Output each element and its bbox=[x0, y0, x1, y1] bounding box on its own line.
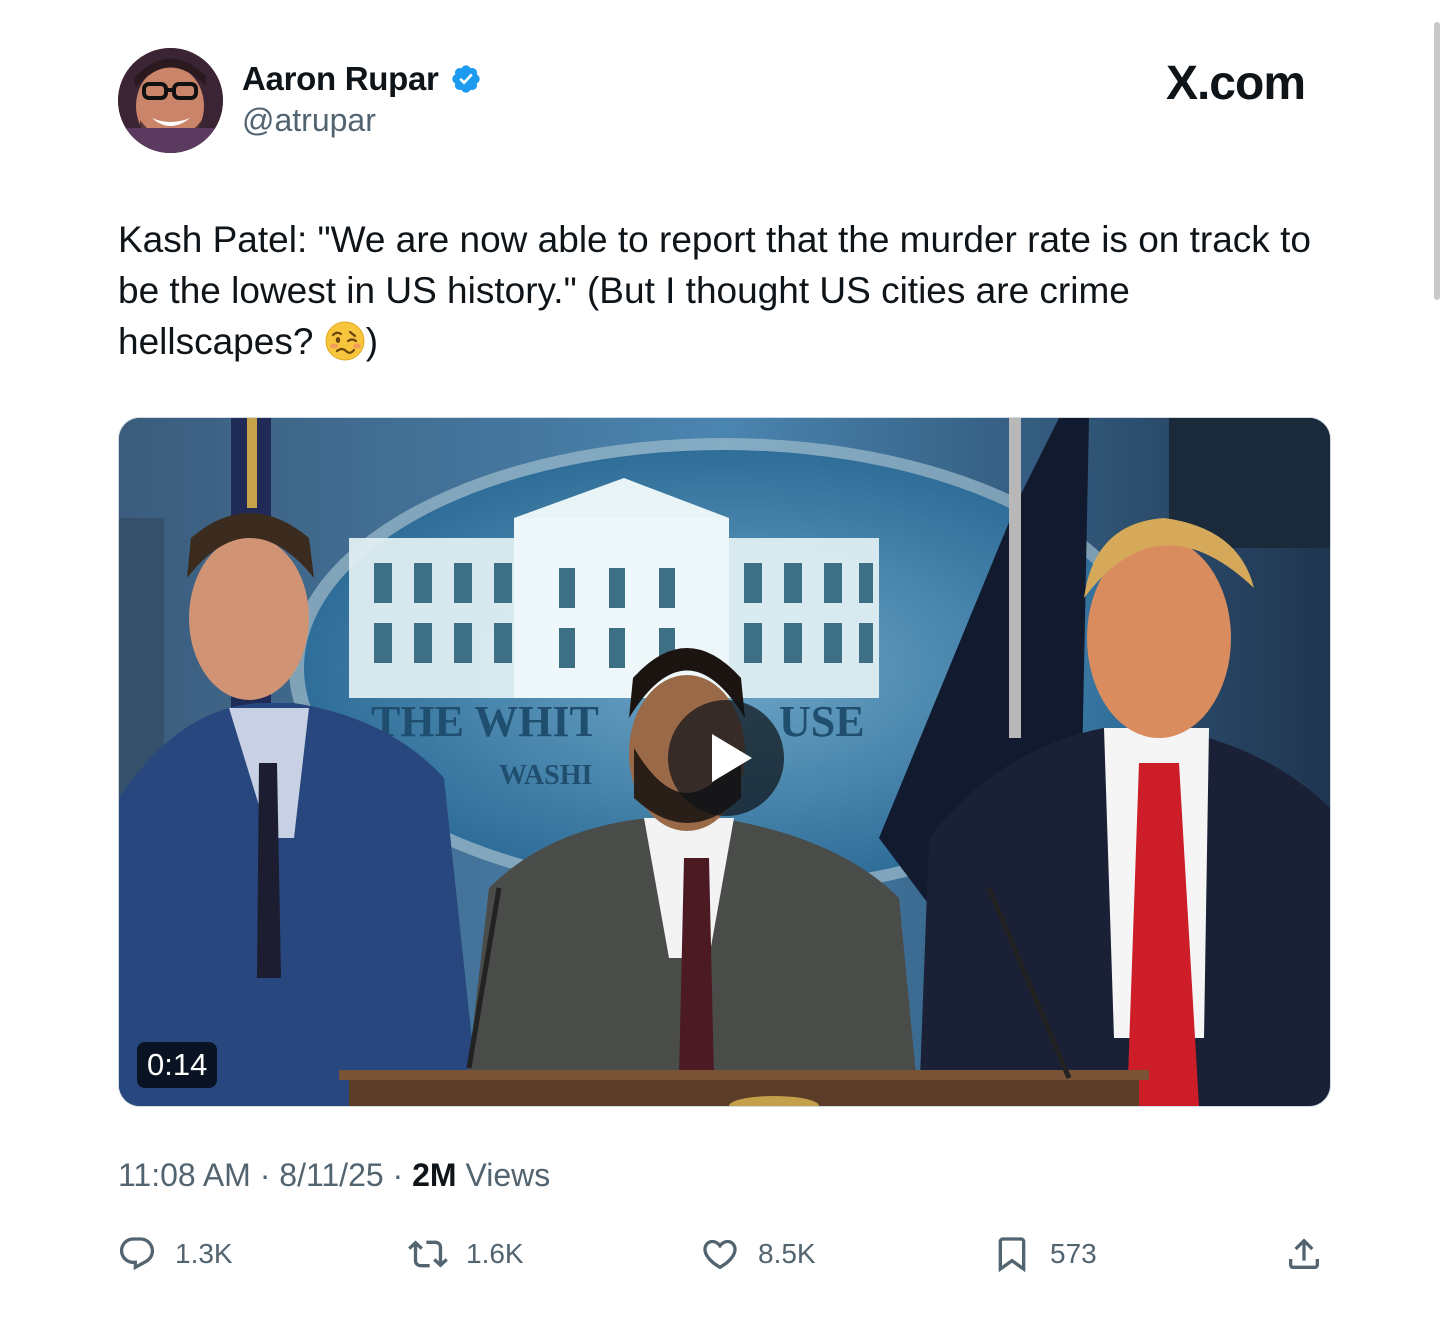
bookmark-button[interactable]: 573 bbox=[992, 1232, 1097, 1276]
tweet-text: Kash Patel: "We are now able to report t… bbox=[118, 214, 1318, 367]
repost-icon bbox=[408, 1240, 448, 1268]
reply-button[interactable]: 1.3K bbox=[117, 1232, 233, 1276]
backdrop-text-2: USE bbox=[779, 697, 865, 746]
like-icon bbox=[703, 1239, 737, 1270]
share-button[interactable] bbox=[1284, 1232, 1324, 1276]
tweet-body-end: ) bbox=[365, 321, 379, 362]
views-count: 2M bbox=[412, 1157, 457, 1193]
author-handle[interactable]: @atrupar bbox=[242, 102, 376, 139]
scrollbar[interactable] bbox=[1434, 22, 1440, 300]
tweet-body: Kash Patel: "We are now able to report t… bbox=[118, 219, 1311, 362]
meta-separator: · bbox=[250, 1157, 280, 1193]
avatar-portrait bbox=[118, 48, 223, 153]
bookmark-icon bbox=[998, 1237, 1026, 1273]
video-duration-badge: 0:14 bbox=[137, 1042, 218, 1088]
play-icon[interactable] bbox=[668, 700, 784, 816]
repost-count: 1.6K bbox=[466, 1238, 524, 1269]
reply-icon bbox=[119, 1237, 155, 1271]
tweet-date[interactable]: 8/11/25 bbox=[279, 1157, 383, 1193]
reply-count: 1.3K bbox=[175, 1238, 233, 1269]
author-name[interactable]: Aaron Rupar bbox=[242, 60, 439, 98]
backdrop-text-3: WASHI bbox=[499, 760, 592, 791]
share-icon bbox=[1289, 1238, 1319, 1269]
repost-button[interactable]: 1.6K bbox=[408, 1232, 524, 1276]
woozy-face-icon bbox=[325, 321, 365, 361]
bookmark-count: 573 bbox=[1050, 1238, 1097, 1269]
site-logo: X.com bbox=[1165, 57, 1306, 110]
views-label: Views bbox=[456, 1157, 551, 1193]
tweet-meta: 11:08 AM · 8/11/25 · 2M Views bbox=[118, 1157, 550, 1194]
meta-separator: · bbox=[383, 1157, 413, 1193]
backdrop-text-1: THE WHIT bbox=[371, 697, 599, 746]
tweet-time[interactable]: 11:08 AM bbox=[118, 1157, 251, 1193]
verified-badge-icon bbox=[452, 65, 480, 93]
like-button[interactable]: 8.5K bbox=[700, 1232, 816, 1276]
like-count: 8.5K bbox=[758, 1238, 816, 1269]
avatar[interactable] bbox=[118, 48, 223, 153]
